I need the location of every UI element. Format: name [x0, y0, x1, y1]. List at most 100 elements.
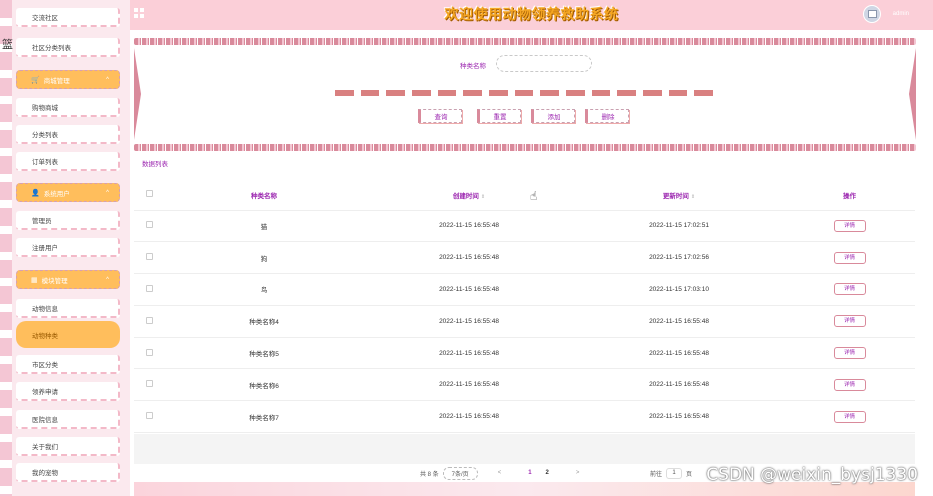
detail-button[interactable]: 详情 [833, 219, 866, 232]
sidebar-item-5[interactable]: 订单列表 [16, 152, 120, 171]
sidebar-decor-strip [0, 0, 12, 496]
row-checkbox[interactable] [134, 273, 164, 306]
goto-page-input[interactable]: 1 [666, 467, 683, 479]
sidebar-group-6[interactable]: 👤 系统用户 ^ [16, 183, 120, 202]
row-checkbox[interactable] [134, 241, 164, 275]
row-checkbox[interactable] [134, 210, 164, 243]
cell-created: 2022-11-15 16:55:48 [364, 273, 574, 306]
panel-border-top [134, 38, 916, 45]
row-checkbox[interactable] [134, 400, 164, 434]
sidebar-item-label: 分类列表 [32, 131, 58, 139]
goto-label: 前往 [650, 471, 663, 478]
detail-button[interactable]: 详情 [833, 378, 866, 391]
cell-updated: 2022-11-15 16:55:48 [574, 400, 784, 434]
avatar[interactable] [863, 5, 881, 23]
row-checkbox[interactable] [134, 368, 164, 402]
sidebar-item-7[interactable]: 管理员 [16, 211, 120, 230]
column-header-updated[interactable]: 更新时间 ⇕ [574, 180, 784, 211]
table-header-row: 种类名称 创建时间 ⇕ 更新时间 ⇕ 操作 [134, 180, 915, 211]
cell-name: 种类名称4 [164, 305, 364, 338]
chevron-up-icon: ^ [106, 276, 109, 283]
cell-updated: 2022-11-15 17:02:56 [574, 241, 784, 275]
prev-page-button[interactable]: < [498, 470, 502, 476]
sort-icon[interactable]: ⇕ [481, 194, 485, 200]
cell-updated: 2022-11-15 16:55:48 [574, 305, 784, 338]
cell-actions: 详情 [784, 337, 915, 370]
search-input[interactable] [496, 55, 592, 72]
column-header-created[interactable]: 创建时间 ⇕ [364, 180, 574, 211]
cell-actions: 详情 [784, 273, 915, 306]
detail-button[interactable]: 详情 [833, 251, 866, 264]
panel-border-bottom [134, 144, 916, 151]
reset-button[interactable]: 重置 [477, 109, 521, 123]
sidebar-item-14[interactable]: 医院信息 [16, 410, 120, 429]
goto-suffix: 页 [686, 471, 693, 478]
cell-name: 种类名称7 [164, 400, 364, 434]
cell-updated: 2022-11-15 16:55:48 [574, 337, 784, 370]
table-row: 鸟 2022-11-15 16:55:48 2022-11-15 17:03:10 详… [134, 273, 915, 306]
sidebar-item-label: 交流社区 [32, 14, 58, 22]
watermark: CSDN @weixin_bysj1330 [706, 465, 918, 485]
cell-created: 2022-11-15 16:55:48 [364, 400, 574, 434]
image-icon [867, 10, 877, 18]
sidebar-item-0[interactable]: 交流社区 [16, 8, 120, 27]
row-checkbox[interactable] [134, 305, 164, 338]
sidebar-item-10[interactable]: 动物信息 [16, 299, 120, 318]
sidebar-item-label: 商城管理 [43, 77, 70, 85]
row-checkbox[interactable] [134, 337, 164, 370]
sidebar-item-8[interactable]: 注册用户 [16, 238, 120, 257]
page-size-select[interactable]: 7条/页 [442, 466, 478, 480]
sidebar-item-4[interactable]: 分类列表 [16, 125, 120, 144]
table-row: 种类名称4 2022-11-15 16:55:48 2022-11-15 16:55… [134, 305, 915, 338]
sidebar-group-9[interactable]: ▦ 模块管理 ^ [16, 270, 120, 289]
sidebar-item-label: 社区分类列表 [32, 44, 71, 52]
page-number-2[interactable]: 2 [546, 470, 549, 476]
goto-page: 前往 1 页 [650, 466, 692, 480]
sidebar-item-3[interactable]: 购物商城 [16, 98, 120, 117]
top-header: 欢迎使用动物领养救助系统 admin [130, 0, 933, 30]
select-all-checkbox[interactable] [134, 180, 164, 211]
cell-actions: 详情 [784, 241, 915, 275]
sidebar-group-2[interactable]: 🛒 商城管理 ^ [16, 70, 120, 89]
grid-icon: ▦ [31, 276, 38, 284]
sidebar-item-label: 注册用户 [32, 244, 58, 252]
detail-button[interactable]: 详情 [833, 283, 866, 296]
sidebar-item-16[interactable]: 我的宠物 [16, 463, 120, 482]
sidebar-item-label: 我的宠物 [32, 469, 58, 477]
delete-button[interactable]: 删除 [585, 109, 629, 123]
cell-name: 种类名称5 [164, 337, 364, 370]
pagination: 共 8 条 7条/页 < 1 2 > [420, 466, 599, 480]
sidebar-item-label: 管理员 [32, 217, 52, 225]
table-row: 狗 2022-11-15 16:55:48 2022-11-15 17:02:56 详… [134, 241, 915, 275]
next-page-button[interactable]: > [576, 470, 580, 476]
column-header-actions: 操作 [784, 180, 915, 211]
panel-border-right [909, 48, 916, 140]
search-panel: 种类名称 查询 重置 添加 删除 [134, 38, 916, 152]
cell-created: 2022-11-15 16:55:48 [364, 210, 574, 243]
sidebar-item-label: 市区分类 [32, 361, 58, 369]
sidebar-item-label: 动物种类 [32, 332, 58, 340]
cell-actions: 详情 [784, 400, 915, 434]
username-label[interactable]: admin [893, 11, 909, 17]
cart-icon: 🛒 [31, 76, 40, 84]
page-number-1[interactable]: 1 [528, 470, 531, 476]
sidebar-item-label: 动物信息 [32, 305, 58, 313]
sidebar-item-11[interactable]: 动物种类 [16, 321, 120, 348]
hand-cursor-icon: ☝ [530, 189, 538, 203]
cell-actions: 详情 [784, 210, 915, 243]
user-icon: 👤 [31, 189, 40, 197]
sidebar-item-15[interactable]: 关于我们 [16, 437, 120, 456]
detail-button[interactable]: 详情 [833, 410, 866, 423]
sidebar-item-label: 领养申请 [32, 388, 58, 396]
detail-button[interactable]: 详情 [833, 315, 866, 328]
cell-created: 2022-11-15 16:55:48 [364, 241, 574, 275]
sidebar-item-13[interactable]: 领养申请 [16, 382, 120, 401]
sidebar-item-1[interactable]: 社区分类列表 [16, 38, 120, 57]
query-button[interactable]: 查询 [418, 109, 462, 123]
sort-icon[interactable]: ⇕ [691, 194, 695, 200]
sidebar: 篮 交流社区 社区分类列表 🛒 商城管理 ^ 购物商城 分类列表 订单列表 👤 系统用户 ^ 管理员注… [0, 0, 130, 496]
add-button[interactable]: 添加 [531, 109, 575, 123]
detail-button[interactable]: 详情 [833, 347, 866, 360]
cell-name: 狗 [164, 241, 364, 275]
sidebar-item-12[interactable]: 市区分类 [16, 355, 120, 374]
